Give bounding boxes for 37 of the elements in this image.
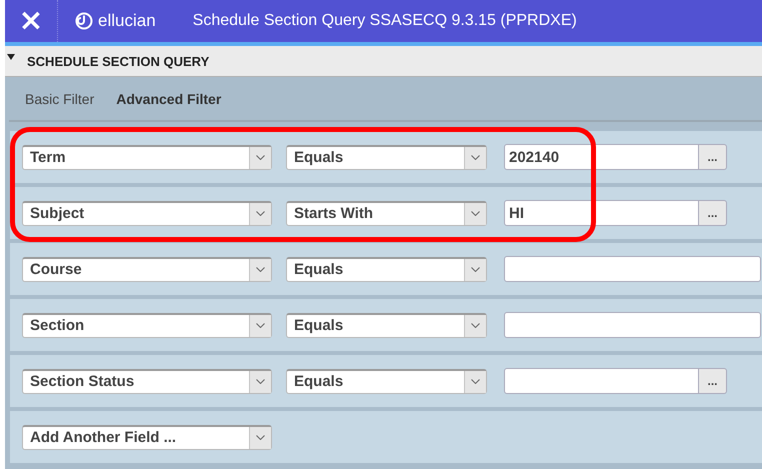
chevron-down-icon	[256, 323, 265, 328]
chevron-down-icon	[256, 267, 265, 272]
chevron-down-icon	[471, 379, 480, 384]
field-dropdown[interactable]: Term	[22, 144, 272, 170]
field-dropdown[interactable]: Section Status	[22, 368, 272, 394]
operator-dropdown[interactable]: Equals	[286, 312, 487, 338]
collapse-caret-icon[interactable]	[7, 54, 15, 60]
field-dropdown[interactable]: Course	[22, 256, 272, 282]
operator-dropdown[interactable]: Equals	[286, 256, 487, 282]
value-field[interactable]	[504, 312, 761, 338]
chevron-down-icon	[256, 211, 265, 216]
chevron-down-icon	[471, 211, 480, 216]
field-dropdown[interactable]: Add Another Field ...	[22, 424, 272, 450]
section-title: SCHEDULE SECTION QUERY	[27, 54, 210, 68]
chevron-down-icon	[471, 267, 480, 272]
field-dropdown[interactable]: Subject	[22, 200, 272, 226]
operator-dropdown[interactable]: Starts With	[286, 200, 487, 226]
chevron-down-icon	[256, 155, 265, 160]
field-dropdown[interactable]: Section	[22, 312, 272, 338]
lookup-button[interactable]: ...	[699, 144, 727, 170]
filter-tab[interactable]: Basic Filter	[19, 90, 100, 106]
brand-name: ellucian	[98, 11, 156, 31]
operator-dropdown[interactable]: Equals	[286, 144, 487, 170]
logo-icon	[75, 12, 93, 30]
value-field[interactable]: HI	[504, 200, 699, 226]
chevron-down-icon	[256, 435, 265, 440]
chevron-down-icon	[471, 323, 480, 328]
value-field[interactable]	[504, 368, 699, 394]
filter-tab[interactable]: Advanced Filter	[110, 90, 228, 106]
lookup-button[interactable]: ...	[699, 200, 727, 226]
lookup-button[interactable]: ...	[699, 368, 727, 394]
chevron-down-icon	[471, 155, 480, 160]
operator-dropdown[interactable]: Equals	[286, 368, 487, 394]
value-field[interactable]	[504, 256, 761, 282]
value-field[interactable]: 202140	[504, 144, 699, 170]
chevron-down-icon	[256, 379, 265, 384]
window-title: Schedule Section Query SSASECQ 9.3.15 (PPRDXE)	[192, 12, 577, 30]
